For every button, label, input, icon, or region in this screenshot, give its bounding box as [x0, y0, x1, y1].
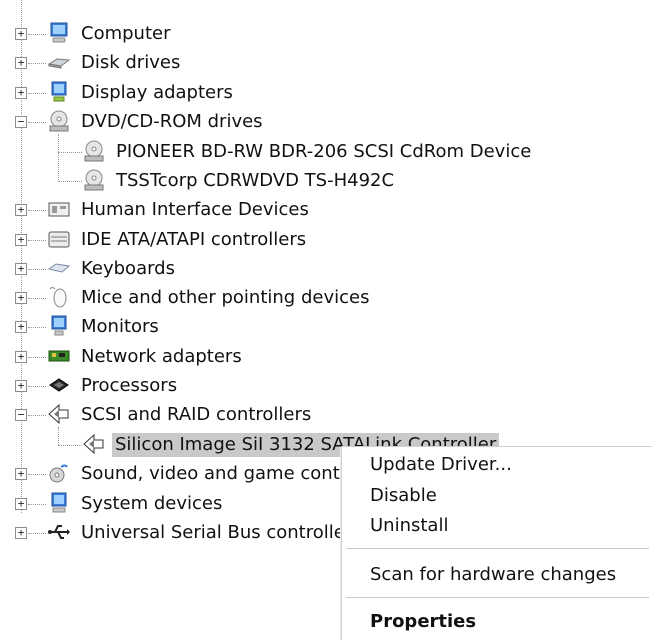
tree-connector: [28, 415, 46, 416]
menu-item-scan-for-hardware-changes[interactable]: Scan for hardware changes: [370, 563, 616, 587]
ide-controller-icon: [48, 231, 70, 248]
tree-connector: [58, 152, 82, 153]
tree-connector: [28, 298, 46, 299]
tree-item-sound-video-game[interactable]: + Sound, video and game controllers: [0, 460, 396, 488]
tree-item-mice[interactable]: + Mice and other pointing devices: [0, 284, 652, 312]
tree-connector: [28, 357, 46, 358]
expand-button[interactable]: +: [15, 263, 27, 275]
tree-item-label: Network adapters: [81, 346, 242, 367]
tree-item-label: Disk drives: [81, 52, 181, 73]
tree-item-display-adapters[interactable]: + Display adapters: [0, 79, 652, 107]
tree-item-label: Processors: [81, 375, 178, 396]
monitor-icon: [51, 315, 67, 336]
menu-item-uninstall[interactable]: Uninstall: [370, 514, 448, 538]
expand-button[interactable]: +: [15, 321, 27, 333]
tree-item-label: Mice and other pointing devices: [81, 287, 370, 308]
collapse-button[interactable]: −: [15, 116, 27, 128]
monitor-icon: [51, 81, 67, 102]
tree-connector: [28, 327, 46, 328]
collapse-button[interactable]: −: [15, 409, 27, 421]
tree-item-system-devices[interactable]: + System devices: [0, 490, 340, 518]
tree-item-label: IDE ATA/ATAPI controllers: [81, 229, 307, 250]
cd-drive-icon: [84, 140, 104, 162]
tree-item-computer[interactable]: + Computer: [0, 20, 652, 48]
tree-connector: [58, 445, 82, 446]
tree-connector: [28, 210, 46, 211]
cd-drive-icon: [84, 169, 104, 191]
menu-item-properties[interactable]: Properties: [370, 610, 476, 634]
expand-button[interactable]: +: [15, 351, 27, 363]
tree-item-label: Keyboards: [81, 258, 175, 279]
sound-icon: [49, 464, 68, 483]
mouse-icon: [49, 287, 67, 308]
tree-connector: [28, 34, 46, 35]
tree-item-disk-drives[interactable]: + Disk drives: [0, 49, 652, 77]
tree-item-tsstcorp[interactable]: TSSTcorp CDRWDVD TS-H492C: [0, 167, 652, 195]
expand-button[interactable]: +: [15, 28, 27, 40]
tree-connector: [28, 533, 46, 534]
tree-item-label: System devices: [81, 493, 223, 514]
tree-item-monitors[interactable]: + Monitors: [0, 313, 652, 341]
tree-item-label: Monitors: [81, 316, 159, 337]
tree-connector: [28, 474, 46, 475]
computer-icon: [50, 22, 68, 43]
expand-button[interactable]: +: [15, 57, 27, 69]
tree-connector: [28, 504, 46, 505]
expand-button[interactable]: +: [15, 498, 27, 510]
hid-icon: [48, 202, 70, 217]
tree-item-label: DVD/CD-ROM drives: [81, 111, 263, 132]
usb-icon: [48, 525, 70, 539]
tree-connector: [28, 269, 46, 270]
expand-button[interactable]: +: [15, 527, 27, 539]
processor-icon: [49, 378, 69, 392]
keyboard-icon: [47, 263, 71, 273]
tree-connector: [28, 240, 46, 241]
tree-item-label: Computer: [81, 23, 171, 44]
expand-button[interactable]: +: [15, 234, 27, 246]
context-menu: Update Driver... Disable Uninstall Scan …: [341, 446, 652, 640]
network-adapter-icon: [48, 350, 70, 362]
tree-item-dvd-cd-rom-drives[interactable]: − DVD/CD-ROM drives: [0, 108, 652, 136]
tree-item-processors[interactable]: + Processors: [0, 372, 652, 400]
menu-item-update-driver[interactable]: Update Driver...: [370, 453, 512, 477]
tree-item-keyboards[interactable]: + Keyboards: [0, 255, 652, 283]
tree-item-label: Display adapters: [81, 82, 233, 103]
tree-item-human-interface-devices[interactable]: + Human Interface Devices: [0, 196, 652, 224]
menu-item-disable[interactable]: Disable: [370, 484, 437, 508]
scsi-icon: [83, 433, 104, 455]
tree-connector: [28, 93, 46, 94]
tree-item-label: Universal Serial Bus controllers: [81, 522, 362, 543]
tree-item-label: SCSI and RAID controllers: [81, 404, 312, 425]
expand-button[interactable]: +: [15, 292, 27, 304]
tree-item-label: Human Interface Devices: [81, 199, 309, 220]
tree-item-label: TSSTcorp CDRWDVD TS-H492C: [116, 170, 395, 191]
disk-drive-icon: [47, 58, 71, 69]
expand-button[interactable]: +: [15, 468, 27, 480]
menu-separator: [346, 548, 649, 549]
tree-item-ide-ata-atapi[interactable]: + IDE ATA/ATAPI controllers: [0, 226, 652, 254]
tree-item-scsi-raid[interactable]: − SCSI and RAID controllers: [0, 401, 652, 429]
tree-item-usb-controllers[interactable]: + Universal Serial Bus controllers: [0, 519, 362, 547]
tree-item-label: PIONEER BD-RW BDR-206 SCSI CdRom Device: [116, 141, 532, 162]
tree-connector: [58, 181, 82, 182]
tree-connector: [28, 122, 46, 123]
cd-drive-icon: [49, 110, 69, 132]
expand-button[interactable]: +: [15, 87, 27, 99]
tree-item-network-adapters[interactable]: + Network adapters: [0, 343, 652, 371]
expand-button[interactable]: +: [15, 380, 27, 392]
menu-separator: [346, 597, 649, 598]
tree-connector: [28, 386, 46, 387]
tree-connector: [28, 63, 46, 64]
scsi-icon: [48, 403, 69, 425]
tree-item-pioneer-bd-rw[interactable]: PIONEER BD-RW BDR-206 SCSI CdRom Device: [0, 138, 652, 166]
system-devices-icon: [51, 492, 67, 513]
expand-button[interactable]: +: [15, 204, 27, 216]
